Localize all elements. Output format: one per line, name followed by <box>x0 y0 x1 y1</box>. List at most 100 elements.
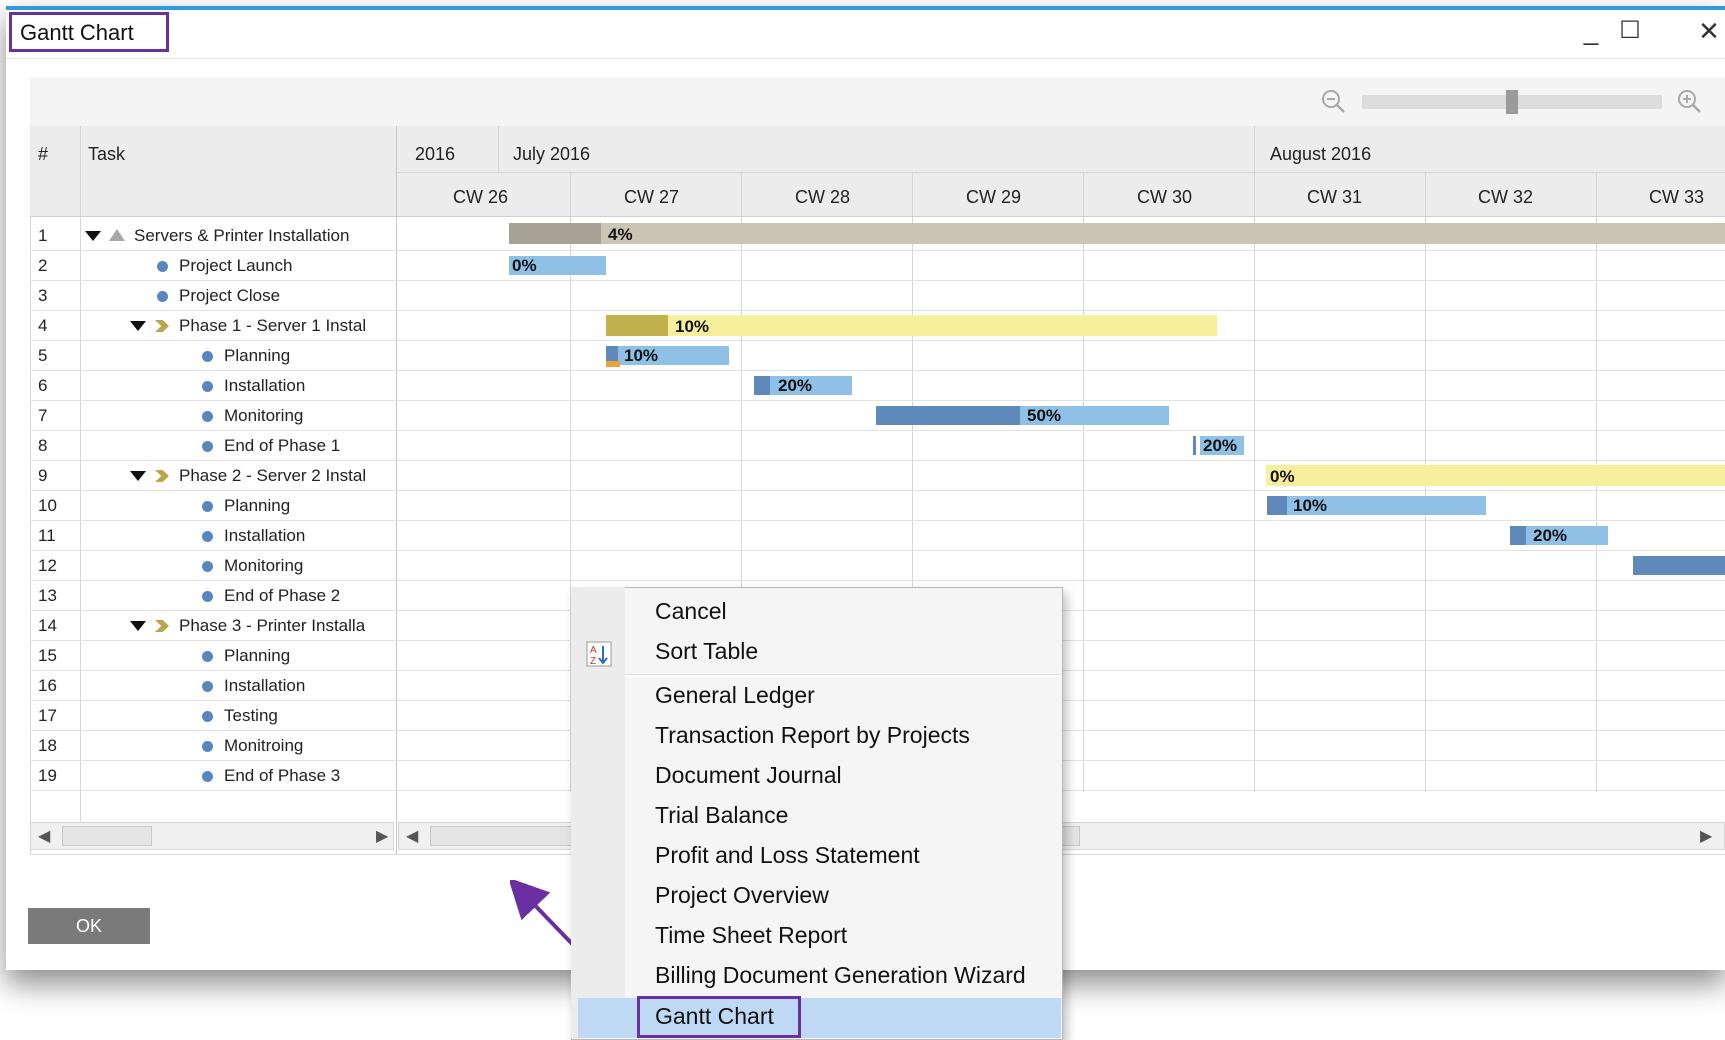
column-divider <box>80 126 81 821</box>
scroll-right-icon[interactable]: ▶ <box>376 826 388 846</box>
gantt-bar-summary[interactable] <box>509 223 1725 244</box>
row-divider <box>30 490 1725 491</box>
bar-progress-label: 10% <box>624 346 659 365</box>
menu-item-time-sheet-report[interactable]: Time Sheet Report <box>655 922 847 949</box>
task-name[interactable]: Servers & Printer Installation <box>134 226 394 246</box>
collapse-toggle-icon[interactable] <box>130 321 146 331</box>
sort-table-icon: A Z <box>586 641 612 667</box>
menu-item-profit-loss[interactable]: Profit and Loss Statement <box>655 842 920 869</box>
bar-progress-label: 20% <box>778 376 813 395</box>
col-header-number[interactable]: # <box>38 144 48 165</box>
task-name[interactable]: Phase 1 - Server 1 Instal <box>179 316 395 336</box>
zoom-slider-thumb[interactable] <box>1506 90 1518 114</box>
svg-text:A: A <box>590 645 597 656</box>
summary-task-icon <box>109 229 125 241</box>
task-name[interactable]: Project Launch <box>179 256 394 276</box>
zoom-out-icon[interactable] <box>1320 88 1346 114</box>
bar-progress-label: 0% <box>512 256 537 275</box>
task-name[interactable]: Installation <box>224 526 394 546</box>
year-label-2016: 2016 <box>415 144 456 164</box>
col-header-task[interactable]: Task <box>88 144 125 165</box>
collapse-toggle-icon[interactable] <box>85 231 101 241</box>
task-name[interactable]: End of Phase 3 <box>224 766 394 786</box>
task-dot-icon <box>202 591 213 602</box>
collapse-toggle-icon[interactable] <box>130 621 146 631</box>
menu-item-document-journal[interactable]: Document Journal <box>655 762 842 789</box>
scroll-left-icon[interactable]: ◀ <box>38 826 50 846</box>
maximize-button[interactable]: ☐ <box>1613 16 1647 46</box>
menu-item-trial-balance[interactable]: Trial Balance <box>655 802 788 829</box>
menu-item-transaction-report[interactable]: Transaction Report by Projects <box>655 722 970 749</box>
row-number: 18 <box>38 736 57 755</box>
task-name[interactable]: Phase 3 - Printer Installa <box>179 616 395 636</box>
row-number: 6 <box>38 376 48 395</box>
row-divider <box>30 310 1725 311</box>
task-name[interactable]: Planning <box>224 346 394 366</box>
task-name[interactable]: Installation <box>224 376 394 396</box>
row-number: 3 <box>38 286 48 305</box>
bar-progress-label: 20% <box>1533 526 1568 545</box>
menu-item-project-overview[interactable]: Project Overview <box>655 882 829 909</box>
close-button[interactable]: ✕ <box>1692 16 1725 46</box>
task-dot-icon <box>202 531 213 542</box>
week-label: CW 28 <box>795 187 851 207</box>
menu-item-general-ledger[interactable]: General Ledger <box>655 682 815 709</box>
bar-progress-label: 4% <box>608 225 633 244</box>
task-table-header <box>30 126 396 216</box>
task-name[interactable]: Planning <box>224 496 394 516</box>
task-name[interactable]: Project Close <box>179 286 394 306</box>
gantt-bar-progress <box>1267 496 1287 515</box>
task-dot-icon <box>202 711 213 722</box>
gantt-bar-progress <box>754 376 770 395</box>
ok-button[interactable]: OK <box>28 908 150 944</box>
week-label: CW 31 <box>1307 187 1363 207</box>
gantt-bar-progress <box>606 315 668 336</box>
menu-item-sort-table[interactable]: Sort Table <box>655 638 758 665</box>
scroll-left-icon[interactable]: ◀ <box>406 826 418 846</box>
row-divider <box>30 430 1725 431</box>
task-name[interactable]: End of Phase 2 <box>224 586 394 606</box>
gantt-bar-phase[interactable] <box>1266 465 1725 486</box>
row-divider <box>30 400 1725 401</box>
task-name[interactable]: Testing <box>224 706 394 726</box>
month-label-july: July 2016 <box>513 144 591 164</box>
collapse-toggle-icon[interactable] <box>130 471 146 481</box>
zoom-in-icon[interactable] <box>1676 88 1702 114</box>
bar-progress-label: 10% <box>675 317 710 336</box>
row-divider <box>30 340 1725 341</box>
row-number: 7 <box>38 406 48 425</box>
task-name[interactable]: Planning <box>224 646 394 666</box>
timeline-divider <box>1083 172 1084 792</box>
row-number: 9 <box>38 466 48 485</box>
row-number: 1 <box>38 226 48 245</box>
task-name[interactable]: Monitroing <box>224 736 394 756</box>
gantt-bar-task[interactable] <box>1633 556 1725 575</box>
task-dot-icon <box>157 261 168 272</box>
task-dot-icon <box>202 351 213 362</box>
task-name[interactable]: End of Phase 1 <box>224 436 394 456</box>
gantt-bar-progress <box>876 406 1020 425</box>
task-name[interactable]: Monitoring <box>224 556 394 576</box>
minimize-button[interactable]: _ <box>1574 16 1608 46</box>
gantt-chart-highlight-box <box>637 996 801 1038</box>
menu-item-billing-wizard[interactable]: Billing Document Generation Wizard <box>655 962 1026 989</box>
week-label: CW 26 <box>453 187 509 207</box>
context-menu-separator <box>625 674 1061 677</box>
row-number: 2 <box>38 256 48 275</box>
row-number: 13 <box>38 586 57 605</box>
row-divider <box>30 460 1725 461</box>
task-dot-icon <box>202 441 213 452</box>
week-label: CW 33 <box>1649 187 1705 207</box>
svg-text:Z: Z <box>590 656 596 667</box>
gantt-bar-progress <box>509 223 601 244</box>
scrollbar-thumb[interactable] <box>62 826 152 846</box>
task-dot-icon <box>202 501 213 512</box>
task-name[interactable]: Installation <box>224 676 394 696</box>
row-number: 12 <box>38 556 57 575</box>
task-name[interactable]: Monitoring <box>224 406 394 426</box>
menu-item-cancel[interactable]: Cancel <box>655 598 727 625</box>
row-divider <box>30 550 1725 551</box>
task-name[interactable]: Phase 2 - Server 2 Instal <box>179 466 395 486</box>
row-divider <box>30 370 1725 371</box>
scroll-right-icon[interactable]: ▶ <box>1700 826 1712 846</box>
